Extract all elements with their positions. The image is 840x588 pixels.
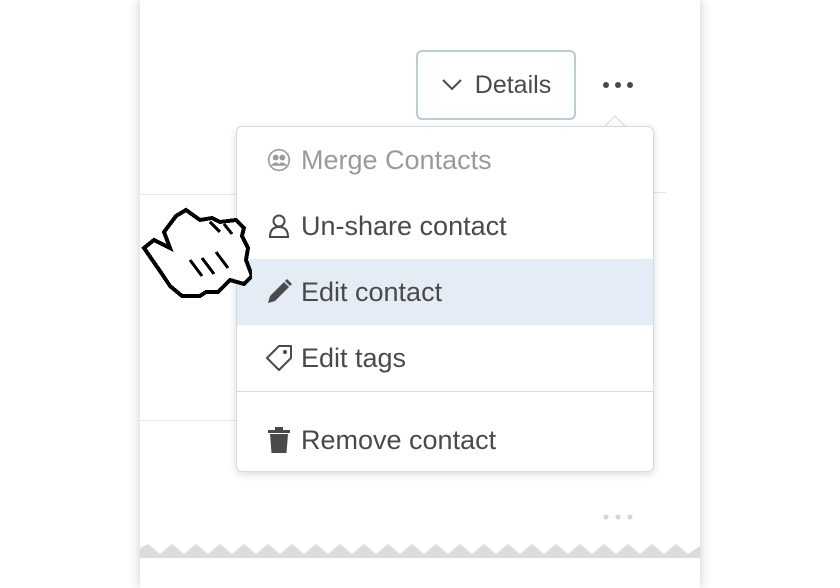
menu-item-label: Un-share contact — [301, 210, 507, 241]
menu-item-unshare-contact[interactable]: Un-share contact — [237, 193, 653, 259]
menu-item-remove-contact[interactable]: Remove contact — [237, 407, 653, 473]
details-dropdown-button[interactable]: Details — [416, 50, 576, 120]
menu-item-label: Merge Contacts — [301, 144, 492, 175]
background-right — [700, 0, 840, 588]
menu-item-label: Remove contact — [301, 424, 497, 455]
pencil-icon — [265, 278, 293, 306]
more-options-button[interactable] — [596, 68, 640, 102]
contact-actions-menu: Merge Contacts Un-share contact Edit con… — [236, 126, 654, 472]
tag-icon — [265, 344, 293, 372]
menu-divider — [237, 391, 653, 392]
menu-item-merge-contacts: Merge Contacts — [237, 127, 653, 193]
background-left — [0, 0, 140, 588]
ellipsis-icon — [603, 82, 633, 88]
torn-edge-top — [140, 0, 700, 14]
details-button-label: Details — [474, 70, 552, 99]
torn-edge-bottom — [140, 544, 700, 558]
row-divider-middle — [140, 420, 240, 421]
row-divider-card — [654, 192, 666, 193]
pointing-hand-icon — [141, 207, 252, 298]
row-divider-top — [140, 194, 240, 195]
menu-item-label: Edit contact — [301, 276, 443, 307]
menu-item-label: Edit tags — [301, 342, 407, 373]
user-outline-icon — [265, 212, 293, 240]
chevron-down-icon — [442, 79, 462, 91]
menu-item-edit-contact[interactable]: Edit contact — [237, 259, 653, 325]
merge-contacts-icon — [265, 146, 293, 174]
row-more-options-icon[interactable] — [600, 512, 636, 522]
menu-item-edit-tags[interactable]: Edit tags — [237, 325, 653, 391]
trash-icon — [265, 426, 293, 454]
